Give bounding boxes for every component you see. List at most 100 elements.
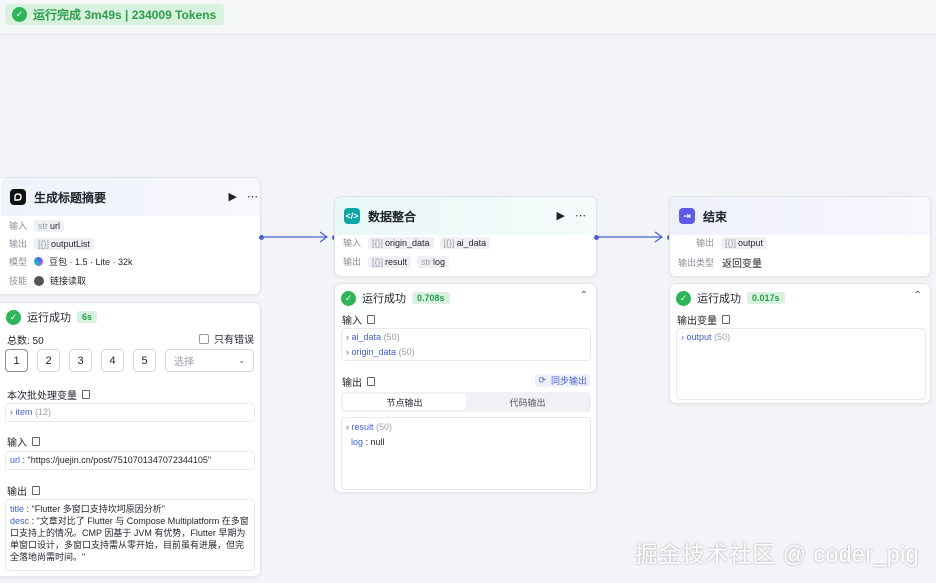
type-tag: [{}] bbox=[725, 237, 737, 248]
input-var[interactable]: › origin_data (50) bbox=[346, 345, 586, 360]
label-text: 输出 bbox=[342, 378, 362, 389]
result-header[interactable]: ✓ 运行成功 0.708s bbox=[341, 290, 590, 306]
input-label: 输入 bbox=[7, 434, 40, 449]
page-1[interactable]: 1 bbox=[5, 349, 28, 372]
param-tag: [{}] result bbox=[368, 255, 412, 268]
copy-icon[interactable] bbox=[367, 377, 375, 386]
node-output-row: 输出 [{}] output bbox=[696, 236, 768, 249]
page-2[interactable]: 2 bbox=[37, 349, 60, 372]
result-header[interactable]: ✓ 运行成功 0.017s bbox=[676, 290, 924, 306]
var-count: (50) bbox=[376, 422, 393, 432]
more-icon[interactable]: ⋯ bbox=[247, 190, 258, 203]
checkbox-label: 只有错误 bbox=[214, 335, 254, 346]
var-name: log bbox=[351, 437, 364, 447]
run-node-icon[interactable]: ▶ bbox=[229, 190, 237, 203]
more-icon[interactable]: ⋯ bbox=[575, 209, 586, 222]
copy-icon[interactable] bbox=[32, 437, 40, 446]
checkbox-box[interactable] bbox=[199, 333, 209, 344]
watermark: 掘金技术社区 @ coder_pig bbox=[634, 541, 919, 567]
page-5[interactable]: 5 bbox=[133, 349, 156, 372]
result-status: 运行成功 bbox=[697, 293, 741, 305]
run-status-badge[interactable]: ✓ 运行完成 3m49s | 234009 Tokens bbox=[5, 4, 225, 25]
field-key: desc bbox=[10, 516, 30, 526]
result-status: 运行成功 bbox=[362, 293, 406, 305]
success-check-icon: ✓ bbox=[12, 7, 27, 22]
page-4[interactable]: 4 bbox=[101, 349, 124, 372]
total-count: 总数: 50 bbox=[7, 336, 44, 347]
node3-result-panel: ✓ 运行成功 0.017s ⌃ 输出变量 › output (50) bbox=[669, 283, 931, 404]
tab-node-output[interactable]: 节点输出 bbox=[343, 394, 466, 410]
var-name: ai_data bbox=[351, 332, 382, 342]
row-key: 模型 bbox=[9, 257, 28, 267]
field-key: url bbox=[10, 455, 21, 465]
copy-icon[interactable] bbox=[367, 315, 375, 324]
collapse-icon[interactable]: ⌃ bbox=[914, 290, 922, 301]
batch-select[interactable]: 选择 ⌄ bbox=[165, 349, 254, 372]
var-name: output bbox=[686, 332, 712, 342]
input-box: url : "https://juejin.cn/post/7510701347… bbox=[5, 451, 255, 470]
node-input-row: 输入 [{}] origin_data [{}] ai_data bbox=[343, 236, 491, 249]
chevron-down-icon: ⌄ bbox=[238, 356, 245, 365]
select-placeholder: 选择 bbox=[174, 357, 194, 368]
sync-icon: ⟳ bbox=[538, 375, 546, 385]
param-tag: [{}] origin_data bbox=[368, 236, 434, 249]
node-header: 生成标题摘要 ▶ ⋯ bbox=[1, 178, 260, 216]
field-value: "https://juejin.cn/post/7510701347072344… bbox=[27, 455, 212, 465]
type-tag: [{}] bbox=[443, 237, 455, 248]
success-check-icon: ✓ bbox=[6, 309, 21, 325]
output-var[interactable]: › result (50) bbox=[346, 420, 586, 435]
top-bar: ✓ 运行完成 3m49s | 234009 Tokens bbox=[0, 0, 936, 35]
node-output-row: 输出 [{}] outputList bbox=[9, 237, 95, 250]
node-generate-summary[interactable]: 生成标题摘要 ▶ ⋯ 输入 str url 输出 [{}] outputList 模… bbox=[0, 177, 261, 295]
row-value: 返回变量 bbox=[722, 259, 762, 270]
output-label: 输出 bbox=[342, 374, 375, 389]
tab-code-output[interactable]: 代码输出 bbox=[466, 394, 589, 410]
row-key: 输出 bbox=[343, 257, 362, 267]
run-node-icon[interactable]: ▶ bbox=[557, 209, 565, 222]
param-name: result bbox=[385, 256, 408, 267]
param-tag: [{}] output bbox=[721, 236, 768, 249]
input-label: 输入 bbox=[342, 312, 375, 327]
label-text: 输出变量 bbox=[677, 316, 717, 327]
output-box: › result (50) log : null bbox=[341, 417, 591, 490]
skill-icon bbox=[34, 275, 44, 286]
llm-node-icon bbox=[10, 189, 26, 205]
only-errors-checkbox[interactable]: 只有错误 bbox=[199, 331, 254, 346]
row-key: 技能 bbox=[9, 276, 28, 286]
row-key: 输入 bbox=[9, 221, 28, 231]
input-var[interactable]: › ai_data (50) bbox=[346, 330, 586, 345]
expand-icon[interactable]: › bbox=[10, 407, 13, 417]
label-text: 输出 bbox=[7, 487, 27, 498]
field-value: "文章对比了 Flutter 与 Compose Multiplatform 在… bbox=[10, 516, 249, 562]
copy-icon[interactable] bbox=[32, 486, 40, 495]
node-input-row: 输入 str url bbox=[9, 219, 65, 232]
success-check-icon: ✓ bbox=[341, 290, 356, 306]
type-tag: str bbox=[38, 220, 48, 231]
label-text: 输入 bbox=[342, 316, 362, 327]
sync-output-toggle[interactable]: ⟳ 同步输出 bbox=[535, 374, 590, 387]
copy-icon[interactable] bbox=[82, 390, 90, 399]
duration-badge: 0.708s bbox=[412, 292, 450, 304]
end-icon: ⇥ bbox=[679, 208, 695, 224]
node-end[interactable]: ⇥ 结束 输出 [{}] output 输出类型 返回变量 bbox=[669, 196, 931, 277]
success-check-icon: ✓ bbox=[676, 290, 691, 306]
collapse-icon[interactable]: ⌃ bbox=[580, 290, 588, 301]
page-3[interactable]: 3 bbox=[69, 349, 92, 372]
var-value: null bbox=[370, 437, 385, 447]
param-tag: [{}] outputList bbox=[34, 237, 95, 250]
node1-output-port[interactable] bbox=[259, 235, 264, 240]
batch-vars-label: 本次批处理变量 bbox=[7, 387, 90, 402]
var-count: (50) bbox=[398, 347, 415, 357]
param-name: url bbox=[50, 220, 61, 231]
copy-icon[interactable] bbox=[722, 315, 730, 324]
var-name: result bbox=[351, 422, 374, 432]
input-box[interactable]: › ai_data (50) › origin_data (50) bbox=[341, 328, 591, 361]
node-output-type-row: 输出类型 返回变量 bbox=[678, 255, 762, 270]
output-var-label: 输出变量 bbox=[677, 312, 730, 327]
node-data-merge[interactable]: </> 数据整合 ▶ ⋯ 输入 [{}] origin_data [{}] ai_d… bbox=[334, 196, 597, 277]
batch-var-box[interactable]: › item (12) bbox=[5, 403, 255, 422]
model-name: 豆包 · 1.5 · Lite · 32k bbox=[49, 257, 133, 267]
result-header[interactable]: ✓ 运行成功 6s bbox=[6, 309, 254, 325]
output-var-box[interactable]: › output (50) bbox=[676, 328, 926, 400]
node2-output-port[interactable] bbox=[594, 235, 599, 240]
